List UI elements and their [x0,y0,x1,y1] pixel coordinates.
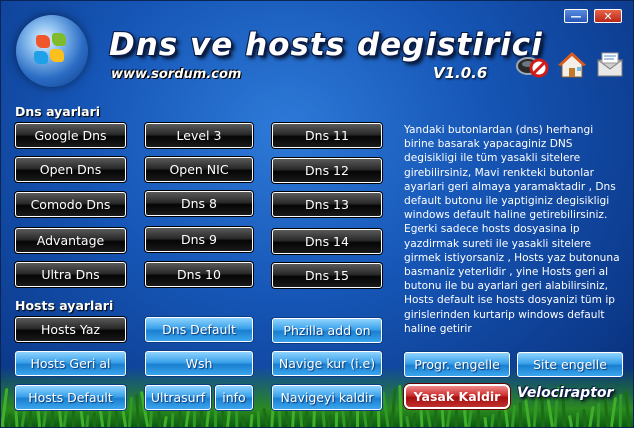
velociraptor-brand: Velociraptor [517,385,614,401]
version-label: V1.0.6 [433,64,488,82]
mail-icon[interactable] [593,49,627,81]
hosts-yaz-button[interactable]: Hosts Yaz [15,317,126,342]
site-engelle-button[interactable]: Site engelle [517,352,623,377]
app-title: Dns ve hosts degistirici [109,27,543,63]
advantage-dns-button[interactable]: Advantage [15,228,126,253]
dns-9-button[interactable]: Dns 9 [145,227,253,252]
logo-flag-blue [34,51,48,64]
close-button[interactable]: ✕ [594,9,622,23]
home-icon[interactable] [555,49,589,81]
comodo-dns-button[interactable]: Comodo Dns [15,192,126,217]
minimize-button[interactable]: — [564,9,588,23]
grass-blade [498,411,501,427]
grass-blade [334,411,338,427]
ultrasurf-button[interactable]: Ultrasurf [145,385,211,410]
dns-15-button[interactable]: Dns 15 [272,263,382,288]
dns-section-label: Dns ayarlari [15,104,101,119]
grass-blade [483,416,488,427]
dns-8-button[interactable]: Dns 8 [145,191,253,216]
app-window: — ✕ Dns ve hosts degistirici www.sordum.… [0,0,634,428]
description-text: Yandaki butonlardan (dns) herhangi birin… [404,124,620,335]
open-dns-button[interactable]: Open Dns [15,157,126,182]
hosts-default-button[interactable]: Hosts Default [15,385,126,410]
progr-engelle-button[interactable]: Progr. engelle [404,352,510,377]
google-dns-button[interactable]: Google Dns [15,123,126,148]
dns-13-button[interactable]: Dns 13 [272,192,382,217]
dns-12-button[interactable]: Dns 12 [272,158,382,183]
level-3-button[interactable]: Level 3 [145,123,253,148]
logo-flag-red [36,35,50,48]
block-icon[interactable] [514,49,550,81]
open-nic-button[interactable]: Open NIC [145,157,253,182]
dns-14-button[interactable]: Dns 14 [272,229,382,254]
info-button[interactable]: info [215,385,253,410]
hosts-geri-al-button[interactable]: Hosts Geri al [15,351,126,376]
ultra-dns-button[interactable]: Ultra Dns [15,262,126,287]
dns-default-button[interactable]: Dns Default [145,317,253,342]
windows-logo-icon [16,15,88,87]
grass-blade [256,410,260,427]
logo-flag-green [52,33,66,46]
yasak-kaldir-button[interactable]: Yasak Kaldir [404,384,510,409]
hosts-section-label: Hosts ayarlari [15,298,114,313]
wsh-button[interactable]: Wsh [145,351,253,376]
dns-10-button[interactable]: Dns 10 [145,262,253,287]
site-url[interactable]: www.sordum.com [111,67,271,85]
dns-11-button[interactable]: Dns 11 [272,123,382,148]
phzilla-add-on-button[interactable]: Phzilla add on [272,318,382,343]
navigeyi-kaldir-button[interactable]: Navigeyi kaldir [272,385,382,410]
grass-blade [248,413,254,427]
logo-flag-yellow [50,49,64,62]
navige-kur-button[interactable]: Navige kur (i.e) [272,351,382,376]
